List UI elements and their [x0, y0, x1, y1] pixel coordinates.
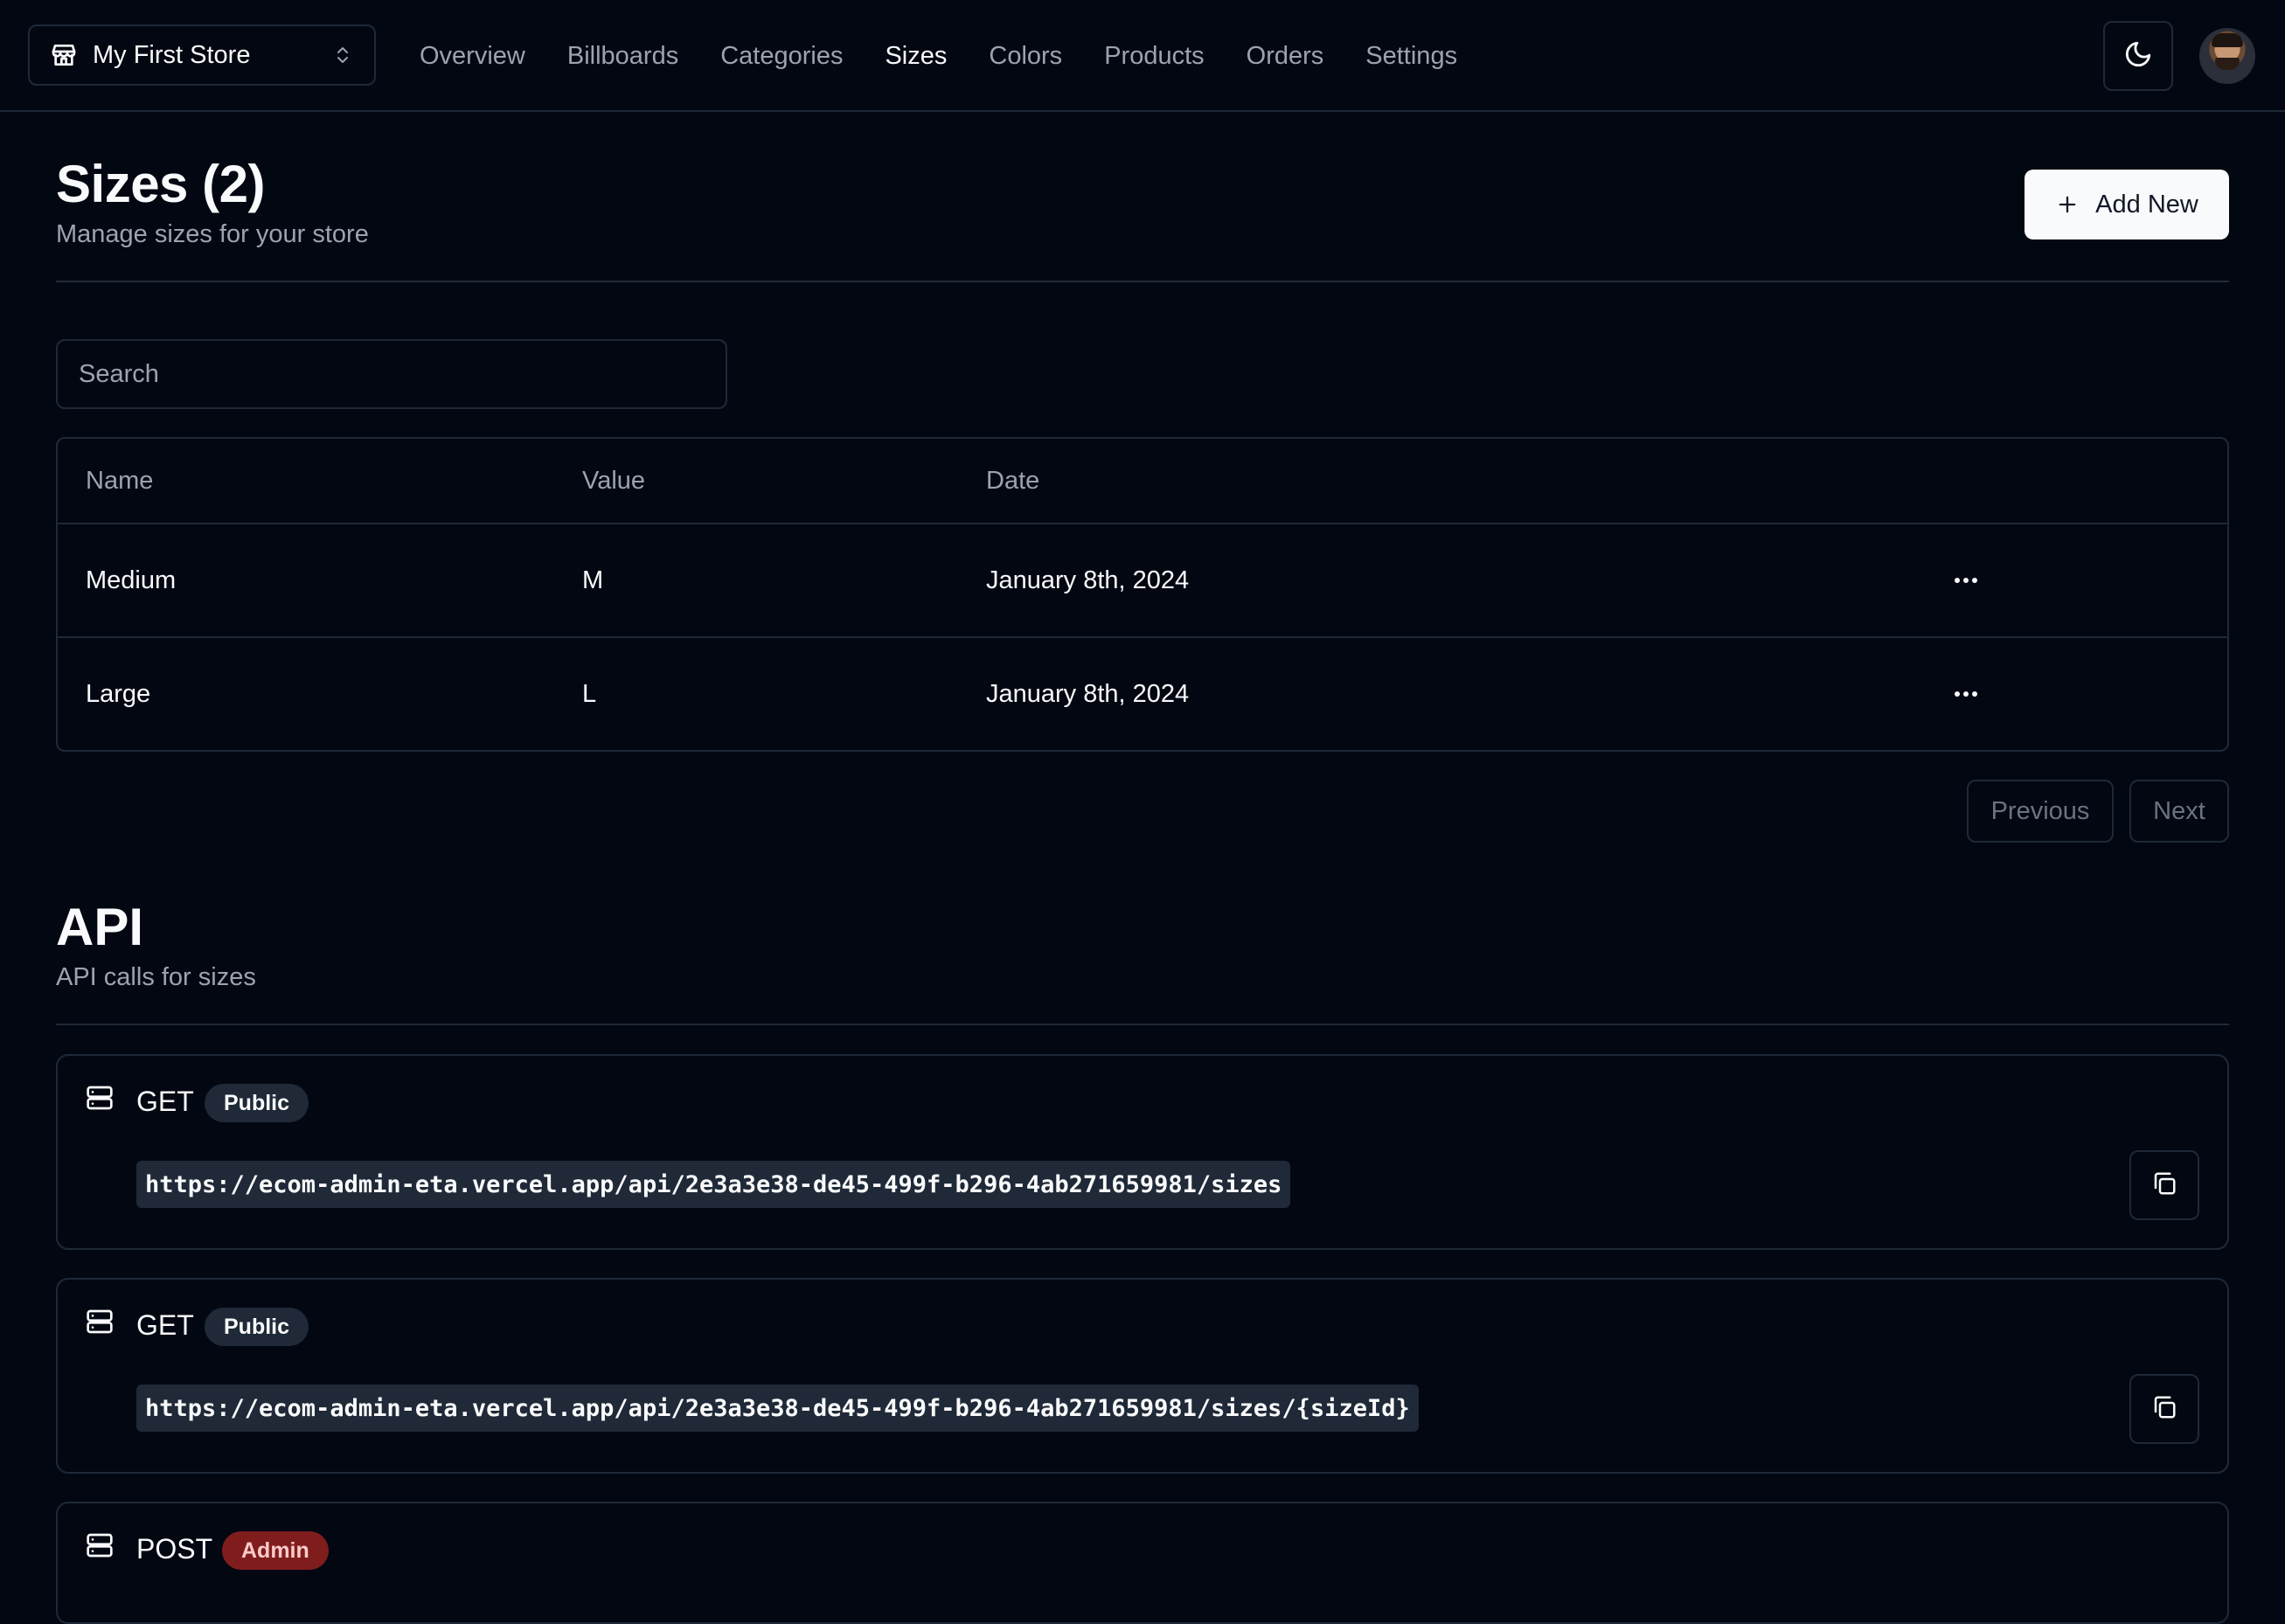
- store-icon: [49, 40, 79, 70]
- nav-colors[interactable]: Colors: [989, 42, 1062, 71]
- nav-billboards[interactable]: Billboards: [567, 42, 678, 71]
- table-header-row: Name Value Date: [58, 439, 2227, 524]
- api-url: https://ecom-admin-eta.vercel.app/api/2e…: [136, 1161, 1291, 1208]
- previous-page-button[interactable]: Previous: [1967, 780, 2114, 843]
- copy-url-button[interactable]: [2129, 1374, 2199, 1444]
- copy-icon: [2151, 1394, 2177, 1425]
- size-date: January 8th, 2024: [986, 680, 1190, 708]
- table-row[interactable]: Medium M January 8th, 2024: [58, 524, 2227, 638]
- nav-overview[interactable]: Overview: [420, 42, 525, 71]
- row-actions-button[interactable]: [1937, 673, 1995, 717]
- page-subtitle: Manage sizes for your store: [56, 220, 369, 248]
- column-header-name[interactable]: Name: [86, 467, 153, 496]
- api-method: GET: [136, 1309, 194, 1341]
- size-value: L: [582, 680, 597, 708]
- header-divider: [56, 281, 2229, 282]
- nav-orders[interactable]: Orders: [1247, 42, 1324, 71]
- more-horizontal-icon: [1953, 687, 1979, 703]
- nav-categories[interactable]: Categories: [720, 42, 843, 71]
- top-navbar: My First Store Overview Billboards Categ…: [0, 0, 2285, 112]
- search-input[interactable]: [56, 339, 727, 409]
- api-section-subtitle: API calls for sizes: [56, 963, 256, 991]
- avatar-hair: [2212, 33, 2243, 47]
- more-horizontal-icon: [1953, 573, 1979, 589]
- api-url: https://ecom-admin-eta.vercel.app/api/2e…: [136, 1385, 1419, 1432]
- access-badge: Admin: [222, 1531, 329, 1570]
- main-nav: Overview Billboards Categories Sizes Col…: [420, 0, 1499, 112]
- api-divider: [56, 1024, 2229, 1025]
- page-title: Sizes (2): [56, 155, 265, 213]
- nav-settings[interactable]: Settings: [1365, 42, 1457, 71]
- table-row[interactable]: Large L January 8th, 2024: [58, 638, 2227, 750]
- api-method: GET: [136, 1086, 194, 1117]
- api-method: POST: [136, 1533, 213, 1565]
- store-name: My First Store: [93, 40, 251, 69]
- access-badge: Public: [205, 1084, 309, 1122]
- next-page-button[interactable]: Next: [2129, 780, 2229, 843]
- copy-url-button[interactable]: [2129, 1150, 2199, 1220]
- add-new-button[interactable]: Add New: [2025, 170, 2229, 239]
- size-date: January 8th, 2024: [986, 566, 1190, 594]
- row-actions-button[interactable]: [1937, 559, 1995, 603]
- plus-icon: [2055, 192, 2080, 217]
- size-name: Medium: [86, 566, 177, 594]
- api-endpoint-card: GET Public https://ecom-admin-eta.vercel…: [56, 1054, 2229, 1250]
- nav-sizes[interactable]: Sizes: [885, 42, 947, 71]
- api-section-title: API: [56, 898, 144, 956]
- user-avatar[interactable]: [2199, 28, 2255, 84]
- column-header-date[interactable]: Date: [986, 467, 1039, 496]
- copy-icon: [2151, 1170, 2177, 1201]
- column-header-value[interactable]: Value: [582, 467, 645, 496]
- size-name: Large: [86, 680, 151, 708]
- nav-products[interactable]: Products: [1104, 42, 1204, 71]
- store-switcher[interactable]: My First Store: [28, 24, 376, 86]
- api-endpoint-card: POST Admin: [56, 1502, 2229, 1624]
- theme-toggle-button[interactable]: [2103, 21, 2173, 91]
- sizes-table: Name Value Date Medium M January 8th, 20…: [56, 437, 2229, 752]
- api-endpoint-card: GET Public https://ecom-admin-eta.vercel…: [56, 1278, 2229, 1474]
- chevrons-up-down-icon: [330, 40, 355, 70]
- server-icon: [86, 1308, 115, 1337]
- add-new-label: Add New: [2095, 190, 2198, 219]
- avatar-beard: [2215, 58, 2240, 70]
- size-value: M: [582, 566, 604, 594]
- server-icon: [86, 1531, 115, 1561]
- server-icon: [86, 1084, 115, 1114]
- access-badge: Public: [205, 1308, 309, 1346]
- moon-icon: [2123, 39, 2153, 73]
